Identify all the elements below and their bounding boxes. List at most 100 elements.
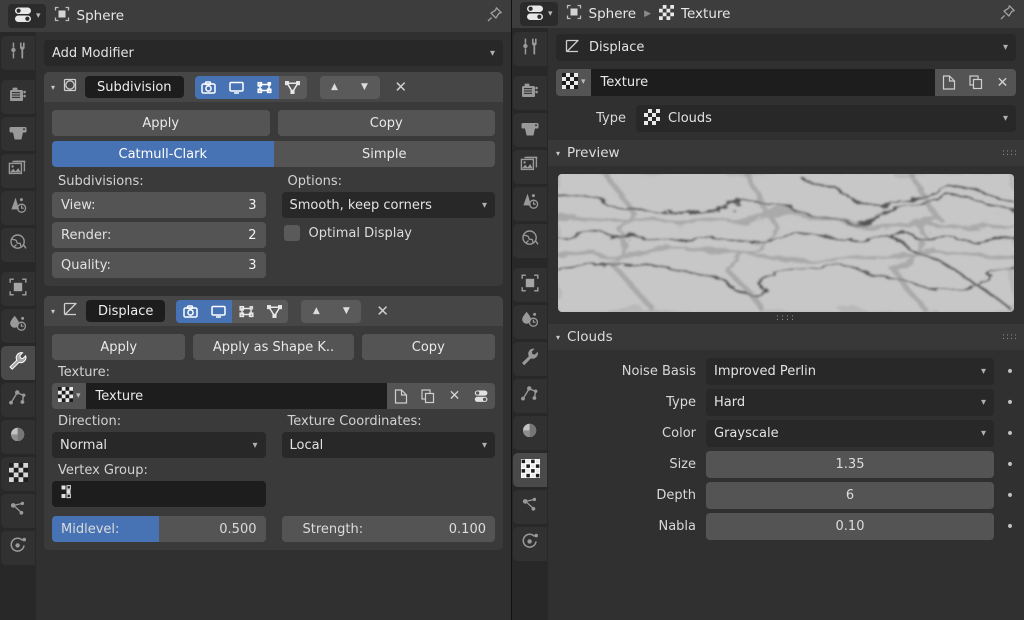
optimal-display-checkbox[interactable]: [283, 225, 300, 241]
move-down-button[interactable]: ▼: [349, 75, 380, 99]
modifier-name-field[interactable]: Displace: [86, 300, 166, 322]
render-field[interactable]: Render: 2: [52, 222, 266, 248]
tab-render[interactable]: [1, 80, 35, 114]
copy-button[interactable]: Copy: [361, 334, 495, 360]
triangle-down-icon[interactable]: ▾: [556, 333, 560, 342]
noise-basis-animate-dot[interactable]: •: [1004, 365, 1016, 379]
modifier-header[interactable]: ▾ Subdivision ▲ ▼ ✕: [44, 72, 503, 102]
realtime-toggle[interactable]: [204, 299, 233, 323]
vertex-group-field[interactable]: [52, 481, 266, 507]
quality-field[interactable]: Quality: 3: [52, 252, 266, 278]
apply-button[interactable]: Apply: [52, 334, 186, 360]
tab-tool[interactable]: [1, 36, 35, 70]
nabla-slider[interactable]: 0.10: [706, 513, 994, 540]
uv-smooth-dropdown[interactable]: Smooth, keep corners ▾: [281, 192, 495, 218]
triangle-down-icon[interactable]: ▾: [556, 149, 560, 158]
triangle-down-icon[interactable]: ▾: [51, 307, 55, 316]
breadcrumb-object-name[interactable]: Sphere: [589, 6, 637, 22]
duplicate-icon[interactable]: [414, 383, 441, 409]
pin-icon[interactable]: [999, 4, 1016, 25]
add-modifier-dropdown[interactable]: Add Modifier ▾: [44, 40, 503, 66]
move-up-button[interactable]: ▲: [319, 75, 350, 99]
tab-constraints[interactable]: [513, 490, 547, 524]
move-up-button[interactable]: ▲: [301, 299, 332, 323]
new-data-icon[interactable]: [935, 69, 962, 96]
tab-output[interactable]: [513, 113, 547, 147]
tab-scene[interactable]: [513, 187, 547, 221]
new-data-icon[interactable]: [387, 383, 414, 409]
tab-constraints[interactable]: [1, 494, 35, 528]
view-field[interactable]: View: 3: [52, 192, 266, 218]
on-cage-toggle[interactable]: [260, 299, 289, 323]
texture-coordinates-dropdown[interactable]: Local ▾: [281, 432, 495, 458]
direction-dropdown[interactable]: Normal ▾: [52, 432, 266, 458]
texture-name-field[interactable]: Texture: [85, 383, 387, 409]
close-icon[interactable]: ✕: [376, 302, 389, 320]
clouds-section-header[interactable]: ▾ Clouds ::::: [548, 324, 1024, 350]
edit-mode-toggle[interactable]: [250, 75, 279, 99]
size-animate-dot[interactable]: •: [1004, 458, 1016, 472]
size-slider[interactable]: 1.35: [706, 451, 994, 478]
modifier-header[interactable]: ▾ Displace ▲ ▼ ✕: [44, 296, 503, 326]
close-icon[interactable]: ✕: [395, 78, 408, 96]
texture-type-dropdown[interactable]: Clouds ▾: [636, 105, 1016, 132]
nabla-animate-dot[interactable]: •: [1004, 520, 1016, 534]
tab-material[interactable]: [513, 416, 547, 450]
texture-preview[interactable]: [558, 174, 1014, 312]
move-down-button[interactable]: ▼: [331, 299, 362, 323]
triangle-down-icon[interactable]: ▾: [51, 83, 55, 92]
browse-texture-button[interactable]: ▾: [52, 383, 86, 409]
tab-view-layer[interactable]: [1, 154, 35, 188]
tab-world[interactable]: [1, 228, 35, 262]
tab-modifiers[interactable]: [513, 342, 547, 376]
breadcrumb-texture-name[interactable]: Texture: [681, 6, 730, 22]
depth-slider[interactable]: 6: [706, 482, 994, 509]
tab-texture[interactable]: [513, 453, 547, 487]
tab-material[interactable]: [1, 420, 35, 454]
copy-button[interactable]: Copy: [277, 110, 495, 136]
editor-type-selector[interactable]: ▾: [8, 4, 46, 28]
tab-view-layer[interactable]: [513, 150, 547, 184]
tab-world[interactable]: [513, 224, 547, 258]
tab-tool[interactable]: [513, 32, 547, 66]
browse-texture-button[interactable]: ▾: [556, 69, 591, 96]
preview-resize-grip[interactable]: ::::: [558, 312, 1014, 324]
edit-mode-toggle[interactable]: [232, 299, 261, 323]
catmull-clark-button[interactable]: Catmull-Clark: [52, 141, 274, 167]
modifier-name-field[interactable]: Subdivision: [85, 76, 184, 98]
apply-button[interactable]: Apply: [52, 110, 270, 136]
on-cage-toggle[interactable]: [278, 75, 307, 99]
tab-modifiers-physics[interactable]: [513, 305, 547, 339]
midlevel-slider[interactable]: Midlevel: 0.500: [52, 516, 266, 542]
unlink-close-icon[interactable]: ✕: [989, 69, 1016, 96]
noise-basis-dropdown[interactable]: Improved Perlin ▾: [706, 358, 994, 385]
depth-animate-dot[interactable]: •: [1004, 489, 1016, 503]
tab-physics[interactable]: [1, 531, 35, 565]
tab-physics[interactable]: [513, 527, 547, 561]
pin-icon[interactable]: [486, 6, 503, 27]
realtime-toggle[interactable]: [222, 75, 251, 99]
tab-modifiers-physics[interactable]: [1, 309, 35, 343]
type-dropdown[interactable]: Hard ▾: [706, 389, 994, 416]
tab-scene[interactable]: [1, 191, 35, 225]
texture-name-field[interactable]: Texture: [590, 69, 935, 96]
unlink-close-icon[interactable]: ✕: [441, 383, 468, 409]
editor-type-selector[interactable]: ▾: [520, 2, 558, 26]
apply-as-shape-key-button[interactable]: Apply as Shape K..: [193, 334, 354, 360]
type-animate-dot[interactable]: •: [1004, 396, 1016, 410]
tab-modifiers[interactable]: [1, 346, 35, 380]
tab-output[interactable]: [1, 117, 35, 151]
simple-button[interactable]: Simple: [273, 141, 495, 167]
render-toggle[interactable]: [194, 75, 223, 99]
color-dropdown[interactable]: Grayscale ▾: [706, 420, 994, 447]
tab-render[interactable]: [513, 76, 547, 110]
render-toggle[interactable]: [176, 299, 205, 323]
duplicate-icon[interactable]: [962, 69, 989, 96]
color-animate-dot[interactable]: •: [1004, 427, 1016, 441]
tab-texture[interactable]: [1, 457, 35, 491]
tab-particles[interactable]: [1, 383, 35, 417]
strength-slider[interactable]: Strength: 0.100: [281, 516, 495, 542]
tab-particles[interactable]: [513, 379, 547, 413]
texture-properties-icon[interactable]: [468, 383, 495, 409]
tab-object[interactable]: [513, 268, 547, 302]
